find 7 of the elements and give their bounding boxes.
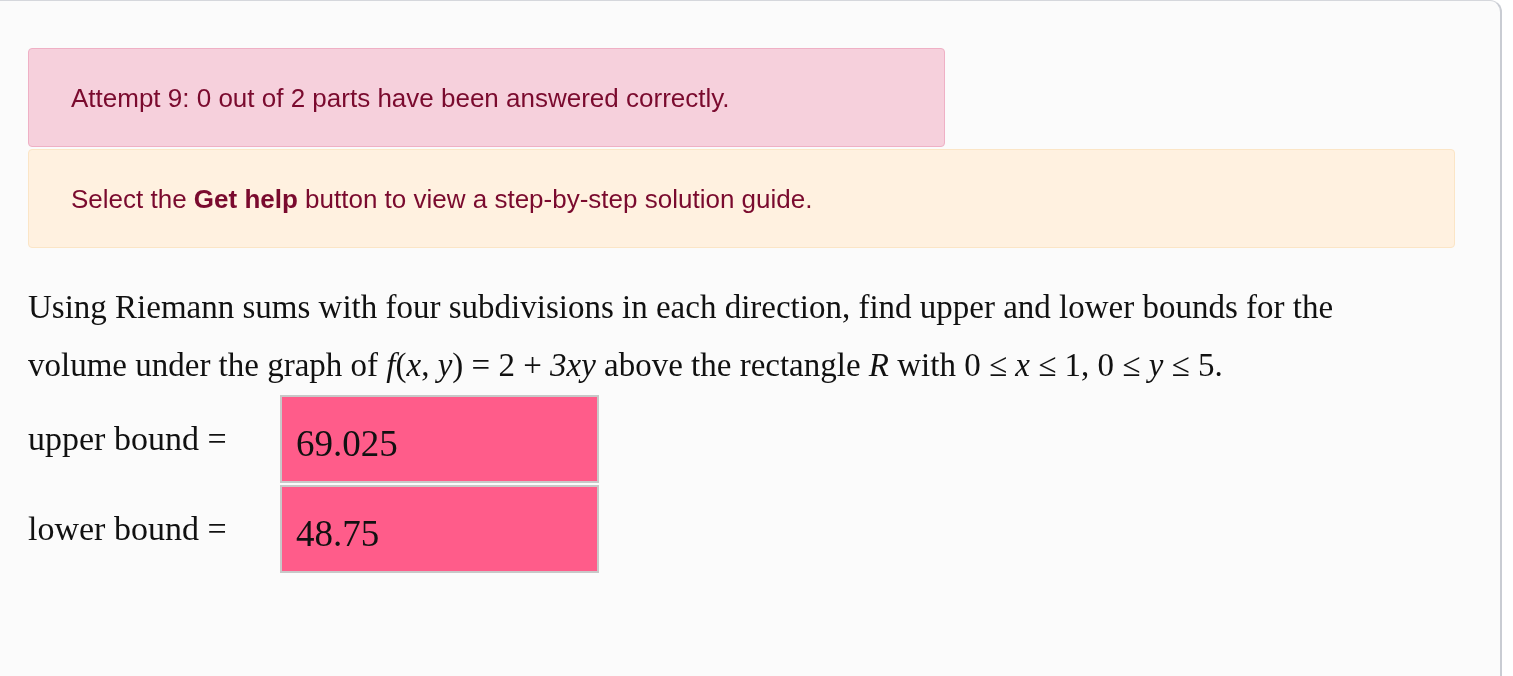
- help-message: Select the Get help button to view a step-by-step solution guide.: [28, 149, 1455, 248]
- problem-text: Using Riemann sums with four subdivisions in each direction, find upper and lower bounds for the volume under the graph of f(x, y) = 2 + 3xy above the rectangle R with 0 ≤ x ≤ 1, 0 ≤ y ≤ 5.: [28, 288, 1335, 385]
- answer-field[interactable]: 69.025: [280, 395, 599, 483]
- answer-label: lower bound =: [28, 510, 228, 548]
- attempt-message: Attempt 9: 0 out of 2 parts have been answered correctly.: [28, 48, 945, 147]
- answer-field[interactable]: 48.75: [280, 485, 599, 573]
- answer-label: upper bound =: [28, 420, 228, 458]
